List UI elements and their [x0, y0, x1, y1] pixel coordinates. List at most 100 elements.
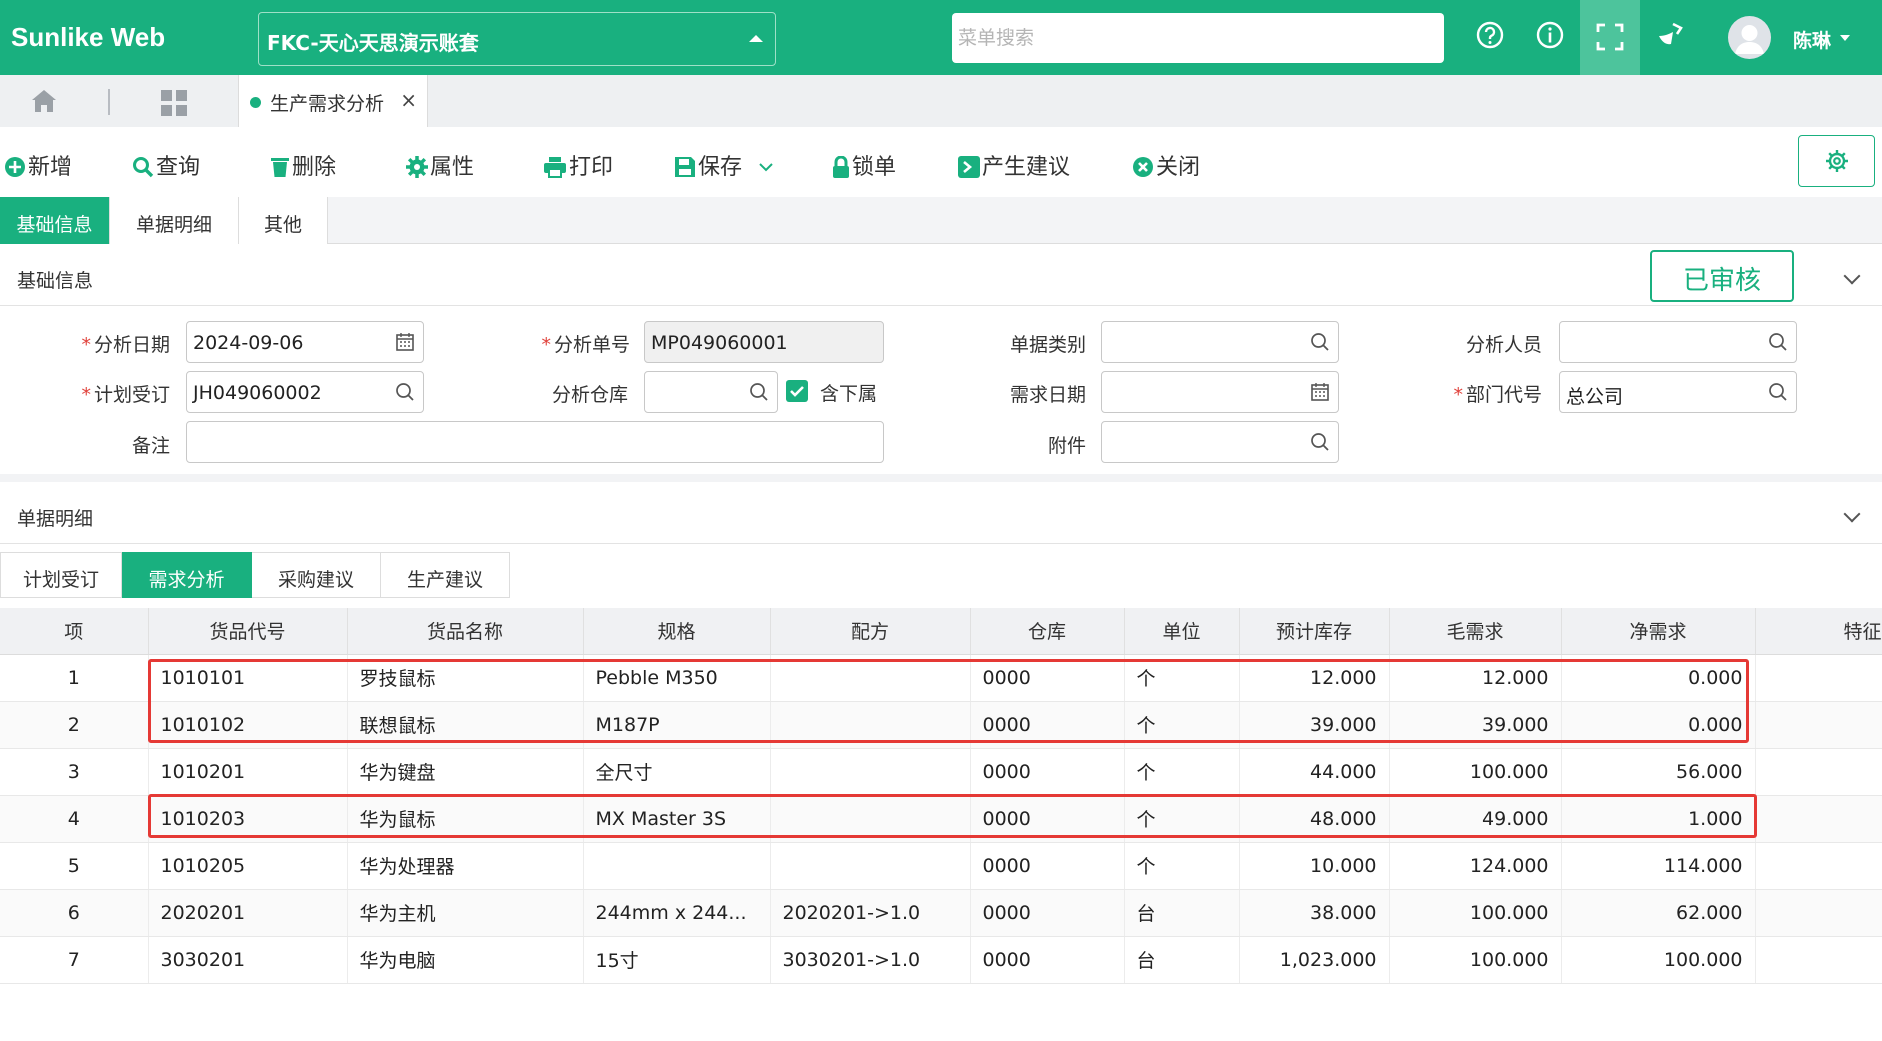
- table-row[interactable]: 5 1010205 华为处理器 0000 个 10.000 124.000 114.000: [0, 842, 1882, 890]
- table-cell[interactable]: 1010205: [148, 842, 348, 890]
- table-row[interactable]: 1 1010101 罗技鼠标 Pebble M350 0000 个 12.000 12.000…: [0, 654, 1882, 702]
- table-cell[interactable]: 2020201: [148, 889, 348, 937]
- table-cell[interactable]: [1755, 654, 1882, 702]
- fullscreen-button[interactable]: [1580, 0, 1640, 75]
- table-cell[interactable]: 38.000: [1239, 889, 1390, 937]
- demand-date-field[interactable]: [1101, 371, 1339, 413]
- table-cell[interactable]: 1: [0, 654, 149, 702]
- tab-basic-info[interactable]: 基础信息: [0, 197, 110, 244]
- table-cell[interactable]: 124.000: [1389, 842, 1562, 890]
- table-cell[interactable]: 1010101: [148, 654, 348, 702]
- table-cell[interactable]: 49.000: [1389, 795, 1562, 843]
- add-button[interactable]: 新增: [4, 149, 72, 181]
- table-cell[interactable]: [1755, 842, 1882, 890]
- plan-order-field[interactable]: JH049060002: [186, 371, 424, 413]
- table-cell[interactable]: 0000: [970, 936, 1125, 984]
- clear-cache-broom-icon[interactable]: [1655, 20, 1685, 50]
- search-icon[interactable]: [1768, 332, 1788, 352]
- table-cell[interactable]: 1010203: [148, 795, 348, 843]
- table-cell[interactable]: 12.000: [1389, 654, 1562, 702]
- column-header[interactable]: 净需求: [1561, 608, 1756, 655]
- table-cell[interactable]: 华为键盘: [347, 748, 584, 796]
- table-cell[interactable]: 2: [0, 701, 149, 749]
- table-cell[interactable]: 114.000: [1561, 842, 1756, 890]
- page-tab-production-demand[interactable]: 生产需求分析 ×: [238, 75, 428, 127]
- chevron-down-icon[interactable]: [1843, 267, 1861, 285]
- table-cell[interactable]: 3: [0, 748, 149, 796]
- column-header[interactable]: 货品名称: [347, 608, 584, 655]
- table-cell[interactable]: 1.000: [1561, 795, 1756, 843]
- table-cell[interactable]: 1010102: [148, 701, 348, 749]
- table-cell[interactable]: 3030201: [148, 936, 348, 984]
- table-cell[interactable]: 48.000: [1239, 795, 1390, 843]
- table-cell[interactable]: Pebble M350: [583, 654, 771, 702]
- table-cell[interactable]: 罗技鼠标: [347, 654, 584, 702]
- table-cell[interactable]: 0000: [970, 889, 1125, 937]
- tab-production-suggestion[interactable]: 生产建议: [381, 552, 510, 598]
- table-cell[interactable]: 华为鼠标: [347, 795, 584, 843]
- settings-button[interactable]: [1798, 135, 1875, 187]
- analysis-warehouse-field[interactable]: [644, 371, 778, 413]
- column-header[interactable]: 项: [0, 608, 149, 655]
- table-cell[interactable]: 56.000: [1561, 748, 1756, 796]
- column-header[interactable]: 特征: [1755, 608, 1882, 655]
- table-row[interactable]: 2 1010102 联想鼠标 M187P 0000 个 39.000 39.000 0.000: [0, 701, 1882, 749]
- properties-button[interactable]: 属性: [406, 149, 474, 181]
- table-cell[interactable]: 44.000: [1239, 748, 1390, 796]
- save-button[interactable]: 保存: [674, 149, 775, 181]
- table-cell[interactable]: 10.000: [1239, 842, 1390, 890]
- print-button[interactable]: 打印: [543, 149, 613, 181]
- table-cell[interactable]: [1755, 748, 1882, 796]
- table-cell[interactable]: 全尺寸: [583, 748, 771, 796]
- tab-document-detail[interactable]: 单据明细: [110, 197, 239, 244]
- generate-suggestion-button[interactable]: 产生建议: [958, 149, 1070, 181]
- table-cell[interactable]: MX Master 3S: [583, 795, 771, 843]
- analysis-no-field[interactable]: MP049060001: [644, 321, 884, 363]
- avatar[interactable]: [1728, 16, 1771, 59]
- table-cell[interactable]: 100.000: [1389, 936, 1562, 984]
- table-cell[interactable]: 2020201->1.0: [770, 889, 971, 937]
- column-header[interactable]: 预计库存: [1239, 608, 1390, 655]
- table-cell[interactable]: 4: [0, 795, 149, 843]
- user-name[interactable]: 陈琳: [1793, 26, 1831, 53]
- table-cell[interactable]: 244mm x 244...: [583, 889, 771, 937]
- table-cell[interactable]: 7: [0, 936, 149, 984]
- include-sub-checkbox[interactable]: [786, 380, 808, 402]
- close-tab-icon[interactable]: ×: [400, 88, 417, 112]
- column-header[interactable]: 货品代号: [148, 608, 348, 655]
- table-cell[interactable]: 39.000: [1389, 701, 1562, 749]
- search-icon[interactable]: [395, 382, 415, 402]
- table-cell[interactable]: 0000: [970, 654, 1125, 702]
- remark-field[interactable]: [186, 421, 884, 463]
- table-cell[interactable]: 6: [0, 889, 149, 937]
- table-cell[interactable]: 15寸: [583, 936, 771, 984]
- table-cell[interactable]: 台: [1124, 936, 1240, 984]
- doc-type-field[interactable]: [1101, 321, 1339, 363]
- analyst-field[interactable]: [1559, 321, 1797, 363]
- table-cell[interactable]: [583, 842, 771, 890]
- table-cell[interactable]: 个: [1124, 842, 1240, 890]
- column-header[interactable]: 配方: [770, 608, 971, 655]
- table-cell[interactable]: 个: [1124, 748, 1240, 796]
- table-cell[interactable]: 联想鼠标: [347, 701, 584, 749]
- table-cell[interactable]: 100.000: [1561, 936, 1756, 984]
- table-cell[interactable]: 5: [0, 842, 149, 890]
- table-row[interactable]: 6 2020201 华为主机 244mm x 244... 2020201->1.0 00…: [0, 889, 1882, 937]
- column-header[interactable]: 规格: [583, 608, 771, 655]
- table-cell[interactable]: 39.000: [1239, 701, 1390, 749]
- table-cell[interactable]: [1755, 889, 1882, 937]
- attachment-field[interactable]: [1101, 421, 1339, 463]
- table-row[interactable]: 3 1010201 华为键盘 全尺寸 0000 个 44.000 100.000 56.000: [0, 748, 1882, 796]
- menu-search-input[interactable]: [952, 13, 1444, 63]
- table-cell[interactable]: 华为处理器: [347, 842, 584, 890]
- table-cell[interactable]: [1755, 701, 1882, 749]
- column-header[interactable]: 毛需求: [1389, 608, 1562, 655]
- home-icon[interactable]: [30, 87, 58, 115]
- table-cell[interactable]: 0000: [970, 748, 1125, 796]
- table-cell[interactable]: 台: [1124, 889, 1240, 937]
- user-menu-caret-icon[interactable]: [1840, 35, 1850, 41]
- table-row[interactable]: 7 3030201 华为电脑 15寸 3030201->1.0 0000 台 1,023.00…: [0, 936, 1882, 984]
- search-icon[interactable]: [749, 382, 769, 402]
- table-cell[interactable]: 华为主机: [347, 889, 584, 937]
- tab-plan-orders[interactable]: 计划受订: [0, 552, 122, 598]
